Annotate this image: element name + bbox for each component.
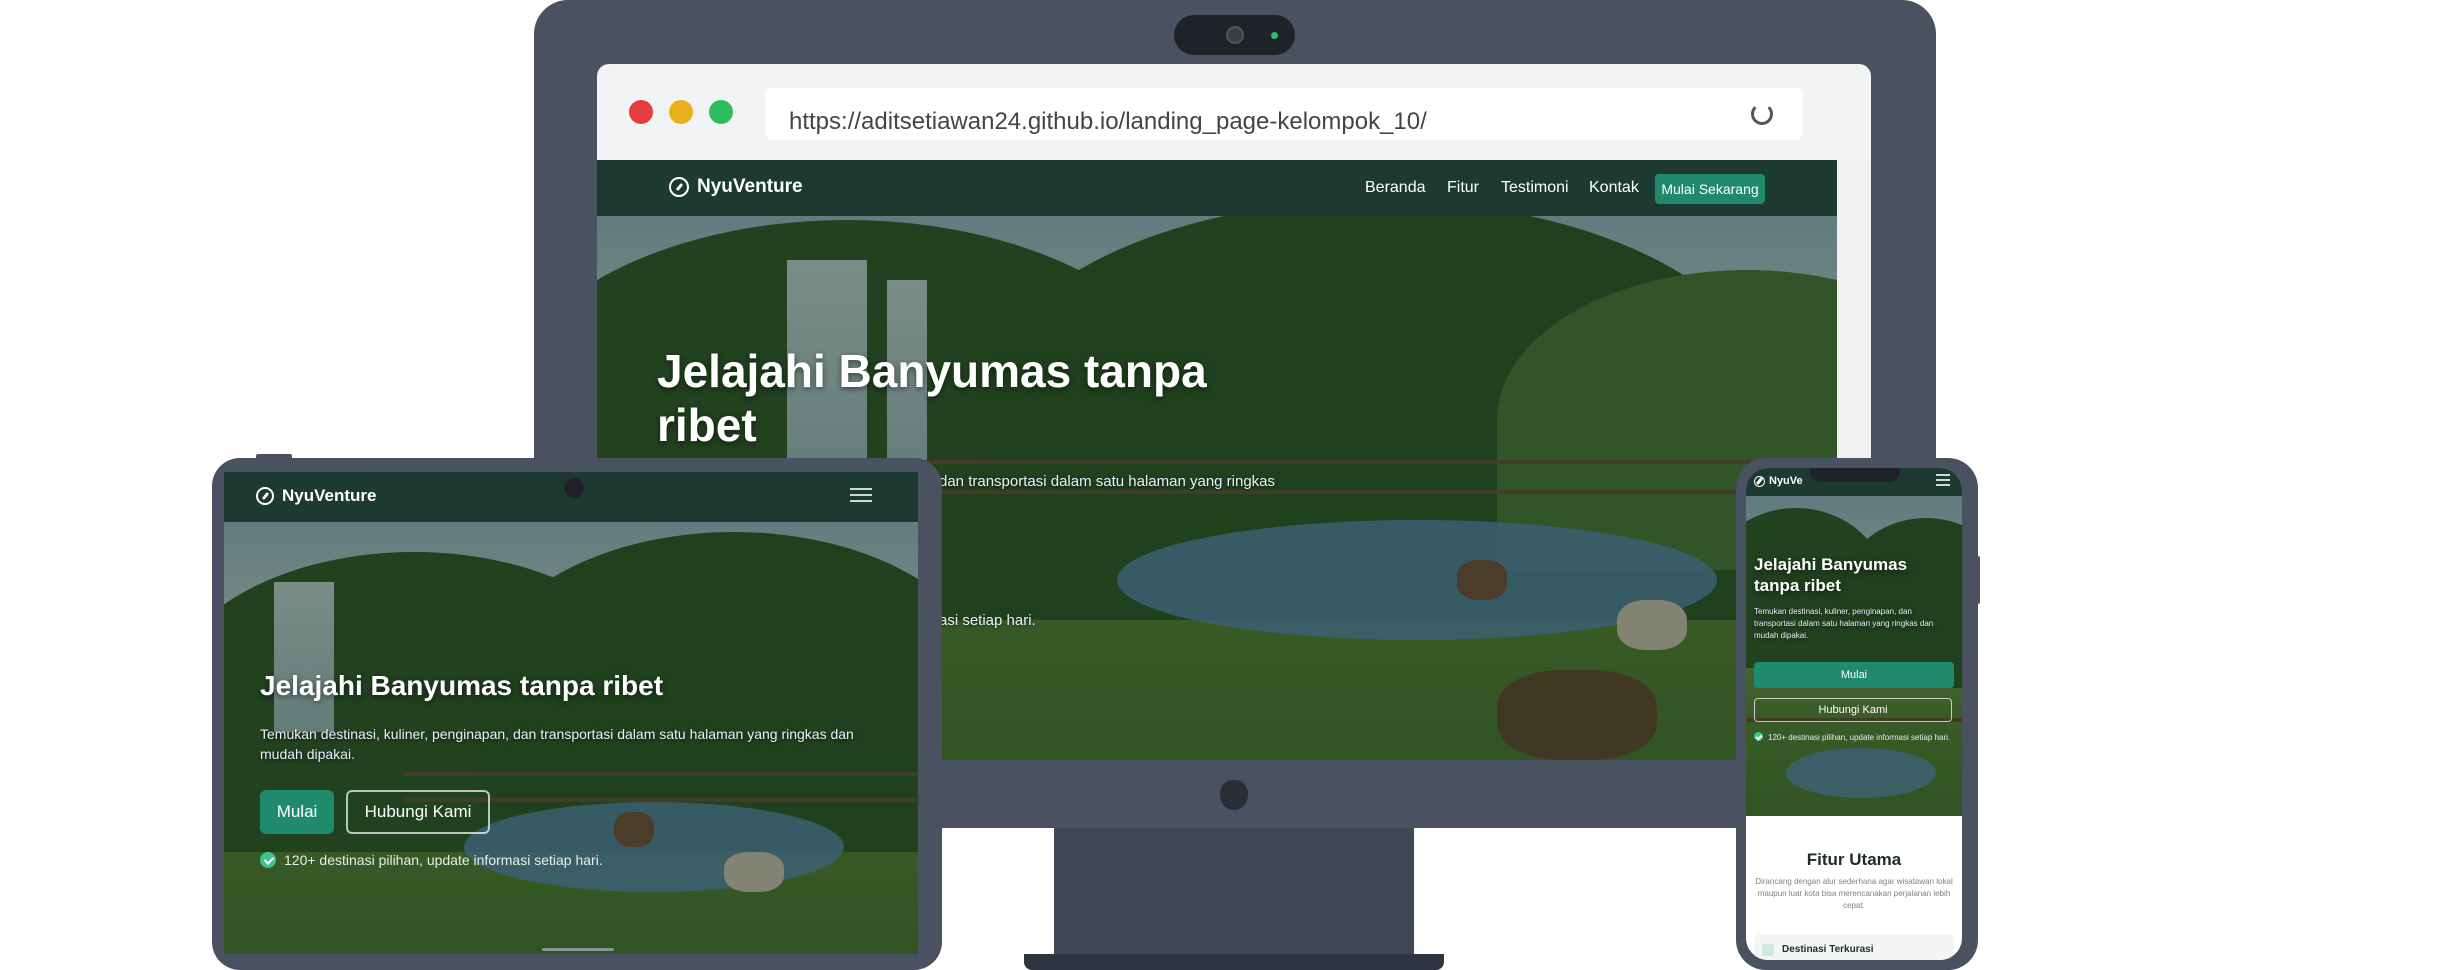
window-minimize-dot[interactable] (669, 100, 693, 124)
compass-icon (1754, 475, 1765, 487)
tablet-stat-text: 120+ destinasi pilihan, update informasi… (284, 852, 603, 868)
tablet-screen: NyuVenture Jelajahi Banyumas tanpa ribet… (224, 472, 918, 954)
phone-stat-text: 120+ destinasi pilihan, update informasi… (1768, 733, 1951, 742)
desktop-navbar: NyuVenture Beranda Fitur Testimoni Konta… (597, 160, 1837, 216)
browser-window: https://aditsetiawan24.github.io/landing… (597, 64, 1871, 160)
hamburger-menu-icon[interactable] (850, 484, 872, 506)
compass-icon (669, 177, 689, 197)
tablet-hero-description: Temukan destinasi, kuliner, penginapan, … (260, 726, 854, 762)
phone-contact-button[interactable]: Hubungi Kami (1754, 698, 1952, 722)
camera-lens-icon (1226, 26, 1244, 44)
phone-start-button[interactable]: Mulai (1754, 662, 1954, 688)
feature-card-icon (1762, 944, 1774, 956)
window-maximize-dot[interactable] (709, 100, 733, 124)
brand-name: NyuVenture (697, 176, 803, 197)
url-text[interactable]: https://aditsetiawan24.github.io/landing… (789, 108, 1427, 136)
camera-light-icon (1271, 32, 1278, 39)
compass-icon (256, 487, 274, 505)
tablet-camera-icon (564, 478, 584, 498)
phone-brand-logo[interactable]: NyuVe (1754, 475, 1803, 487)
phone-hero: NyuVe Jelajahi Banyumas tanpa ribet Temu… (1746, 468, 1962, 816)
hamburger-menu-icon[interactable] (1936, 471, 1950, 489)
check-circle-icon (1754, 732, 1763, 741)
desktop-hero-tail: asi setiap hari. (939, 612, 1036, 629)
phone-hero-description: Temukan destinasi, kuliner, penginapan, … (1754, 607, 1934, 640)
phone-features-description: Dirancang dengan alur sederhana agar wis… (1755, 877, 1953, 910)
phone-notch (1810, 468, 1900, 482)
tablet-side-button (256, 454, 292, 459)
nav-item-beranda[interactable]: Beranda (1365, 179, 1426, 197)
phone-hero-background (1746, 468, 1962, 816)
phone-brand-name: NyuVe (1769, 475, 1803, 487)
check-circle-icon (260, 852, 276, 868)
tablet-brand-logo[interactable]: NyuVenture (256, 486, 376, 506)
monitor-neck (1054, 828, 1414, 956)
tablet-hero-background (224, 472, 918, 954)
nav-item-kontak[interactable]: Kontak (1589, 179, 1639, 197)
nav-cta-label: Mulai Sekarang (1661, 181, 1759, 197)
desktop-hero-title: Jelajahi Banyumas tanpa ribet (657, 344, 1207, 452)
address-bar[interactable]: https://aditsetiawan24.github.io/landing… (765, 88, 1803, 140)
desktop-hero-description: dan transportasi dalam satu halaman yang… (939, 473, 1276, 490)
nav-item-fitur[interactable]: Fitur (1447, 179, 1479, 197)
reload-icon[interactable] (1751, 103, 1773, 125)
hero-title-line-2: ribet (657, 399, 757, 451)
phone-contact-label: Hubungi Kami (1818, 704, 1888, 716)
tablet-contact-button[interactable]: Hubungi Kami (346, 790, 490, 834)
tablet-contact-label: Hubungi Kami (364, 802, 472, 821)
window-close-dot[interactable] (629, 100, 653, 124)
apple-logo-icon (1220, 780, 1248, 810)
tablet-start-label: Mulai (276, 802, 318, 821)
monitor-webcam (1174, 15, 1295, 55)
home-indicator (542, 948, 614, 951)
phone-hero-title-line-1: Jelajahi Banyumas (1754, 555, 1908, 574)
phone-screen: NyuVe Jelajahi Banyumas tanpa ribet Temu… (1746, 468, 1962, 960)
nav-cta-button[interactable]: Mulai Sekarang (1655, 174, 1765, 204)
brand-logo[interactable]: NyuVenture (669, 176, 803, 198)
phone-start-label: Mulai (1840, 669, 1868, 681)
tablet-start-button[interactable]: Mulai (260, 790, 334, 834)
phone-hero-title: Jelajahi Banyumas tanpa ribet (1754, 554, 1907, 596)
phone-features-title: Fitur Utama (1806, 850, 1902, 869)
phone-stat-row: 120+ destinasi pilihan, update informasi… (1754, 732, 1954, 743)
tablet-hero-title: Jelajahi Banyumas tanpa ribet (260, 670, 664, 701)
phone-side-button (1976, 556, 1980, 604)
nav-item-testimoni[interactable]: Testimoni (1501, 179, 1569, 197)
tablet-stat-row: 120+ destinasi pilihan, update informasi… (260, 852, 603, 868)
tablet-brand-name: NyuVenture (282, 486, 377, 505)
feature-card-title: Destinasi Terkurasi (1782, 944, 1874, 955)
feature-card[interactable]: Destinasi Terkurasi (1754, 934, 1954, 960)
phone-hero-title-line-2: tanpa ribet (1754, 576, 1841, 595)
hero-title-line-1: Jelajahi Banyumas tanpa (657, 345, 1207, 397)
monitor-base (1024, 954, 1444, 970)
